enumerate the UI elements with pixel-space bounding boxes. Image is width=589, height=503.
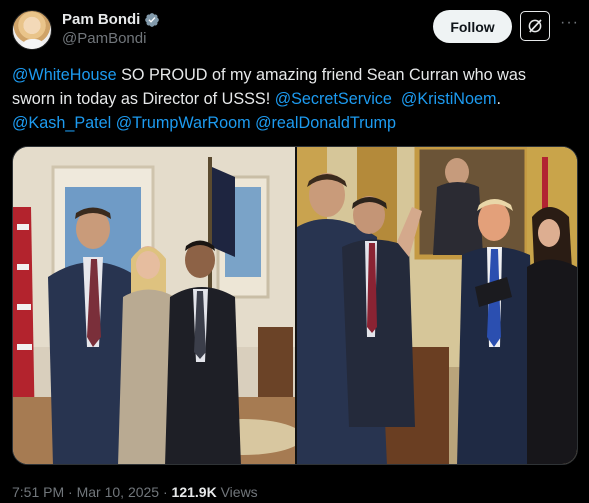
post-header: Pam Bondi @PamBondi Follow ··· <box>12 10 578 50</box>
author-info: Pam Bondi @PamBondi <box>62 11 160 47</box>
post-spacer <box>392 90 401 108</box>
mention-secretservice[interactable]: @SecretService <box>275 90 392 108</box>
meta-separator: · <box>159 484 172 500</box>
mention-kash-patel[interactable]: @Kash_Patel <box>12 114 111 132</box>
display-name[interactable]: Pam Bondi <box>62 11 140 28</box>
mention-trumpwarroom[interactable]: @TrumpWarRoom <box>116 114 251 132</box>
mention-kristinoem[interactable]: @KristiNoem <box>401 90 497 108</box>
post-date[interactable]: Mar 10, 2025 <box>77 484 160 500</box>
media-grid <box>12 146 578 465</box>
group-portrait-image <box>13 147 295 464</box>
views-count[interactable]: 121.9K <box>172 484 217 500</box>
verified-badge-icon[interactable] <box>144 12 160 28</box>
grok-icon[interactable] <box>520 11 550 41</box>
meta-separator: · <box>64 484 77 500</box>
views-label: Views <box>220 484 258 500</box>
swearing-in-image <box>297 147 577 464</box>
post-period: . <box>496 90 502 108</box>
mention-realdonaldtrump[interactable]: @realDonaldTrump <box>255 114 396 132</box>
photo-swearing-in[interactable] <box>297 147 577 464</box>
mention-whitehouse[interactable]: @WhiteHouse <box>12 66 117 84</box>
post-time[interactable]: 7:51 PM <box>12 484 64 500</box>
more-icon[interactable]: ··· <box>560 14 578 34</box>
avatar[interactable] <box>12 10 52 50</box>
post-meta: 7:51 PM · Mar 10, 2025 · 121.9K Views <box>12 484 258 500</box>
grok-glyph-icon <box>528 19 542 33</box>
follow-button[interactable]: Follow <box>433 10 512 43</box>
photo-group-portrait[interactable] <box>13 147 295 464</box>
handle[interactable]: @PamBondi <box>62 30 160 47</box>
post-text: @WhiteHouse SO PROUD of my amazing frien… <box>12 63 572 135</box>
